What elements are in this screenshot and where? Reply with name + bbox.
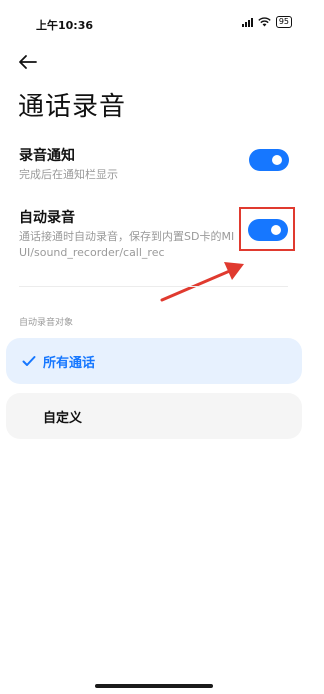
home-indicator[interactable] — [95, 684, 213, 688]
divider — [19, 286, 288, 287]
status-icons: 95 — [241, 16, 292, 28]
setting-auto-record: 自动录音 通话接通时自动录音，保存到内置SD卡的MIUI/sound_recor… — [19, 207, 236, 261]
toggle-knob — [272, 155, 282, 165]
status-time: 上午10:36 — [36, 19, 94, 32]
page-title: 通话录音 — [18, 92, 127, 122]
battery-icon: 95 — [275, 16, 292, 28]
option-label: 自定义 — [43, 410, 83, 426]
setting-description: 通话接通时自动录音，保存到内置SD卡的MIUI/sound_recorder/c… — [19, 230, 235, 259]
status-bar: 上午10:36 95 — [0, 0, 324, 46]
option-label: 所有通话 — [43, 355, 96, 371]
signal-icon — [241, 17, 253, 27]
option-custom[interactable]: 自定义 — [6, 393, 302, 439]
option-all-calls[interactable]: 所有通话 — [6, 338, 302, 384]
record-notification-toggle[interactable] — [249, 149, 289, 171]
check-icon — [20, 355, 38, 367]
back-arrow-icon — [19, 55, 37, 69]
setting-title: 自动录音 — [19, 210, 75, 226]
section-label: 自动录音对象 — [19, 318, 74, 328]
wifi-icon — [258, 17, 271, 27]
back-button[interactable] — [16, 50, 40, 74]
annotation-highlight-box — [239, 207, 295, 251]
